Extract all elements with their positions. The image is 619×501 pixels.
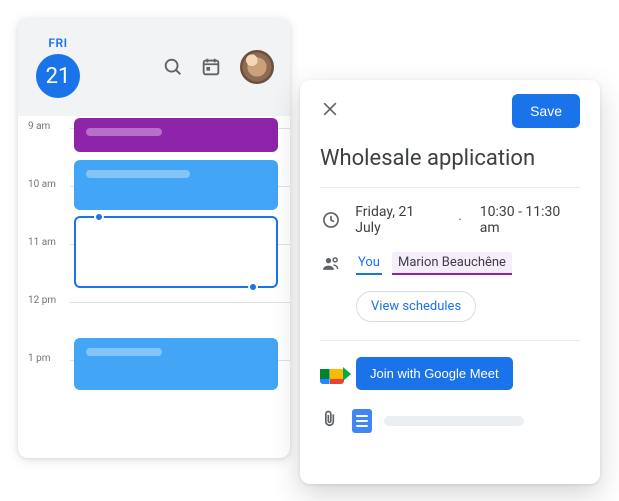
- google-meet-icon: [320, 364, 344, 384]
- detail-topbar: Save: [320, 94, 580, 128]
- calendar-day-card: FRI 21 9 am 10 am 11 am: [18, 18, 290, 458]
- event-time: 10:30 - 11:30 am: [480, 204, 580, 236]
- day-grid[interactable]: 9 am 10 am 11 am 12 pm 1 pm: [18, 116, 290, 458]
- view-schedules-button[interactable]: View schedules: [356, 291, 476, 322]
- date-number: 21: [46, 64, 71, 89]
- header-actions: [162, 48, 276, 86]
- search-icon[interactable]: [162, 56, 184, 78]
- drag-handle-end[interactable]: [248, 282, 258, 292]
- event-detail-card: Save Wholesale application Friday, 21 Ju…: [300, 80, 600, 484]
- calendar-header: FRI 21: [18, 18, 290, 116]
- divider: [320, 187, 580, 188]
- calendar-event-purple[interactable]: [74, 118, 278, 152]
- guests-row[interactable]: You Marion Beauchêne: [320, 252, 580, 275]
- date-number-badge[interactable]: 21: [36, 54, 80, 98]
- attachment-icon: [320, 408, 340, 434]
- clock-icon: [320, 210, 341, 230]
- hour-label: 10 am: [28, 179, 56, 190]
- event-title-placeholder: [86, 348, 162, 356]
- drag-handle-start[interactable]: [94, 212, 104, 222]
- hour-label: 9 am: [28, 121, 50, 132]
- docs-icon[interactable]: [352, 409, 372, 433]
- google-meet-row: Join with Google Meet: [320, 357, 580, 390]
- close-icon[interactable]: [320, 99, 340, 123]
- event-title-placeholder: [86, 170, 190, 178]
- calendar-event-blue[interactable]: [74, 160, 278, 210]
- attachment-name-placeholder: [384, 416, 524, 426]
- chip-guest[interactable]: Marion Beauchêne: [392, 252, 512, 275]
- calendar-today-icon[interactable]: [200, 56, 222, 78]
- event-title[interactable]: Wholesale application: [320, 146, 580, 171]
- calendar-event-blue[interactable]: [74, 338, 278, 390]
- day-of-week-label: FRI: [48, 36, 67, 50]
- guest-chips: You Marion Beauchêne: [356, 252, 512, 275]
- attachment-row[interactable]: [320, 408, 580, 434]
- event-title-placeholder: [86, 128, 162, 136]
- save-button[interactable]: Save: [512, 94, 580, 128]
- datetime-row[interactable]: Friday, 21 July · 10:30 - 11:30 am: [320, 204, 580, 236]
- new-event-selection[interactable]: [74, 216, 278, 288]
- divider: [320, 340, 580, 341]
- event-date: Friday, 21 July: [355, 204, 440, 236]
- hour-label: 11 am: [28, 237, 56, 248]
- date-column: FRI 21: [36, 36, 80, 98]
- chip-you[interactable]: You: [356, 252, 382, 275]
- hour-label: 12 pm: [28, 295, 56, 306]
- people-icon: [320, 254, 342, 274]
- separator-dot: ·: [454, 212, 466, 228]
- join-meet-button[interactable]: Join with Google Meet: [356, 357, 513, 390]
- hour-line: [70, 302, 290, 303]
- hour-label: 1 pm: [28, 353, 51, 364]
- avatar[interactable]: [238, 48, 276, 86]
